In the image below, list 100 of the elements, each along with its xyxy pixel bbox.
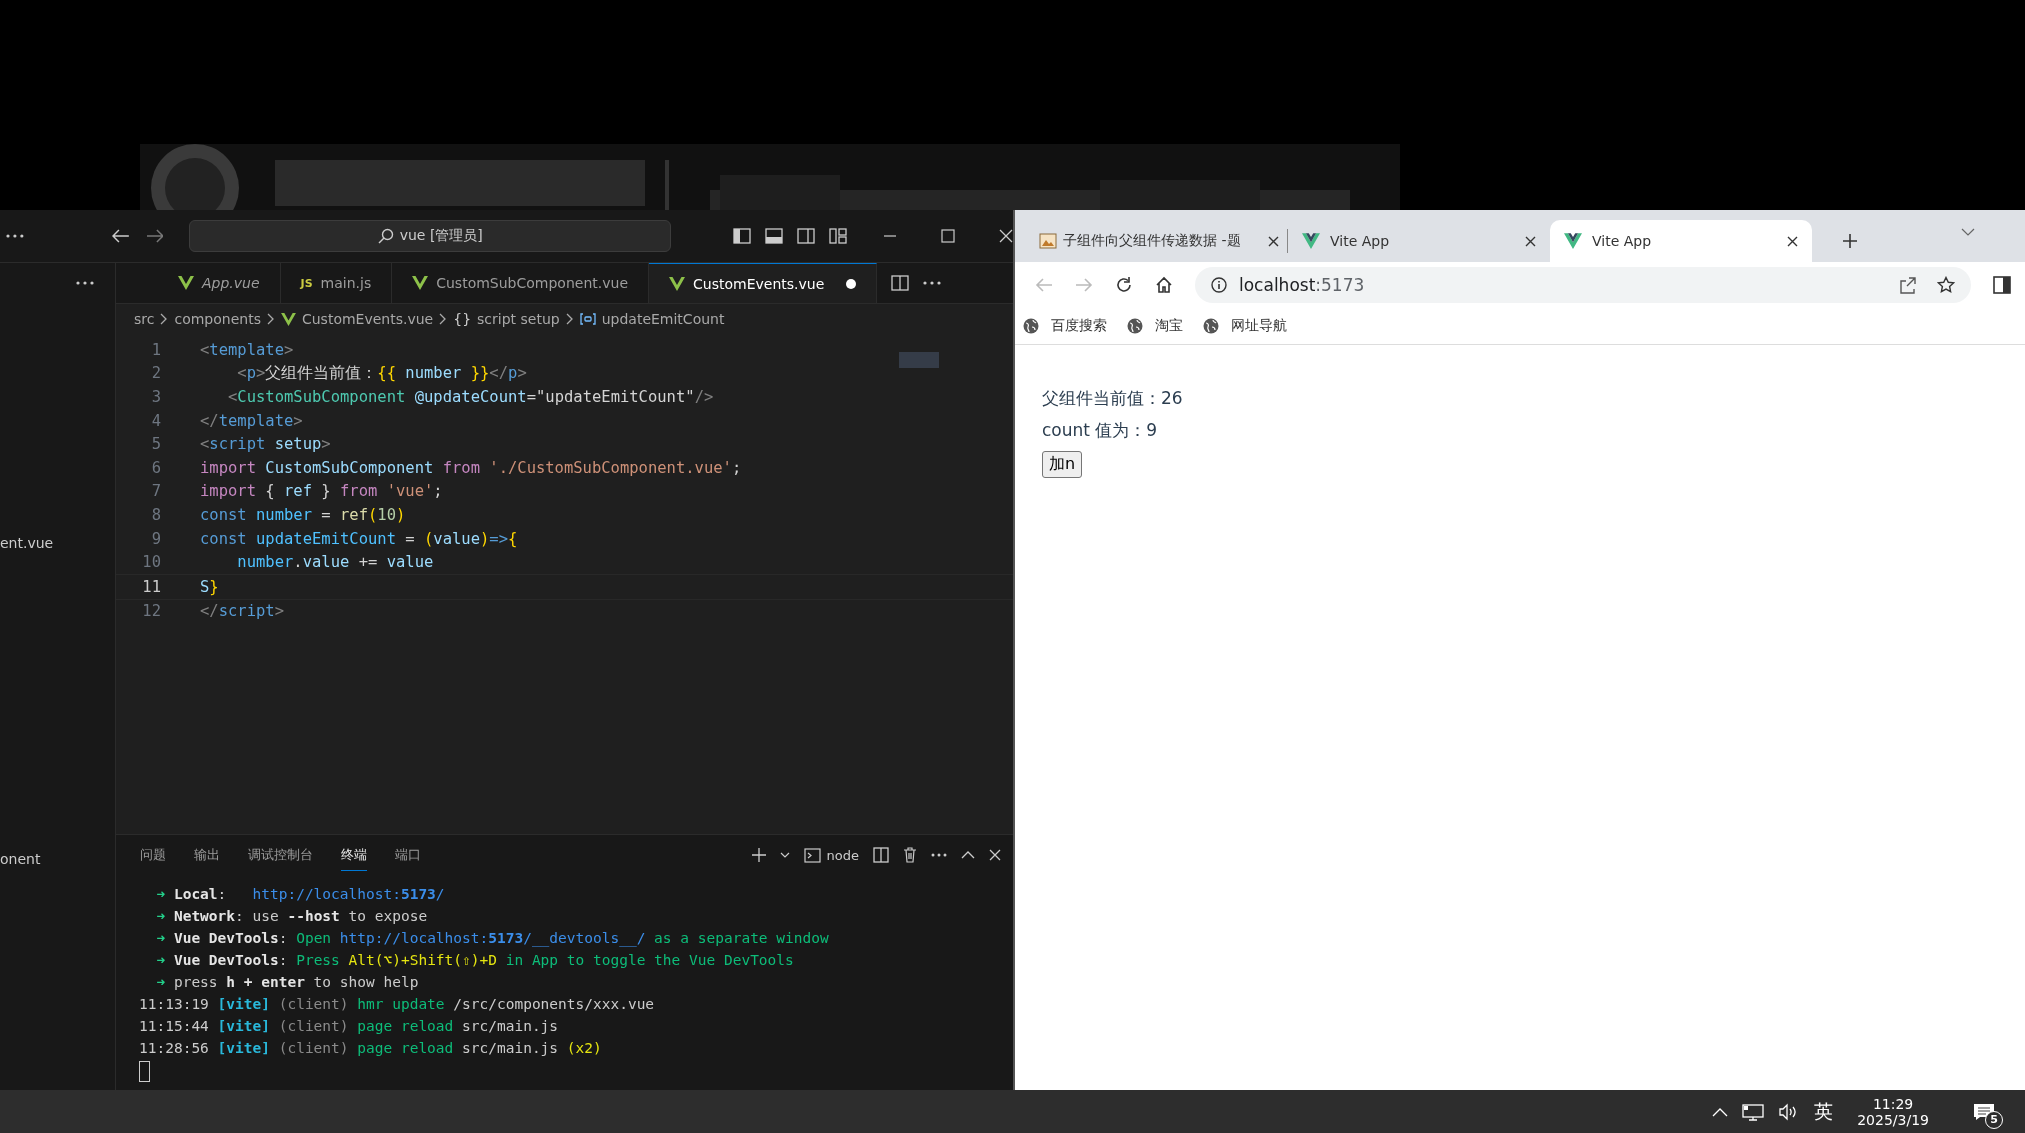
breadcrumb[interactable]: src — [134, 311, 155, 327]
bookmark[interactable]: 网址导航 — [1203, 317, 1287, 335]
code-line: number.value += value — [236, 553, 434, 572]
tab-label: main.js — [320, 275, 372, 291]
v-logo-icon — [178, 276, 194, 290]
tab-label: App.vue — [202, 275, 260, 291]
breadcrumb[interactable]: CustomEvents.vue — [301, 311, 434, 327]
chevron-up-icon[interactable] — [961, 851, 975, 859]
more-icon[interactable] — [923, 281, 942, 285]
editor-tab[interactable]: App.vue — [158, 263, 281, 303]
close-icon[interactable] — [1268, 235, 1279, 247]
v-logo-icon — [280, 312, 296, 326]
browser-tab[interactable]: Vite App — [1550, 220, 1812, 262]
line-number: 3 — [150, 388, 161, 406]
line-number: 8 — [150, 505, 161, 524]
code-line: <template> — [200, 340, 294, 359]
chevron-right-icon — [439, 313, 448, 325]
panel-tab[interactable]: 调试控制台 — [248, 839, 313, 871]
split-terminal-icon[interactable] — [873, 847, 889, 863]
forward-arrow-icon[interactable] — [145, 229, 164, 243]
command-center[interactable]: vue [管理员] — [189, 220, 671, 252]
page-text: count 值为：9 — [1042, 419, 1159, 442]
close-icon[interactable] — [1525, 235, 1536, 247]
chevron-right-icon — [565, 313, 574, 325]
clock[interactable]: 11:29 2025/3/19 — [1857, 1095, 1929, 1128]
plus-icon[interactable] — [1842, 233, 1858, 249]
tab-label: CustomSubComponent.vue — [436, 275, 628, 291]
chevron-right-icon — [266, 313, 275, 325]
split-editor-icon[interactable] — [891, 275, 910, 291]
input-method-indicator[interactable]: 英 — [1814, 1098, 1834, 1125]
maximize-icon[interactable] — [941, 229, 955, 243]
bookmark[interactable]: 百度搜索 — [1023, 317, 1107, 335]
minimap — [899, 352, 939, 368]
terminal-line: ➜ Local: http://localhost:5173/ — [155, 885, 446, 904]
browser-tab[interactable]: Vite App — [1288, 220, 1550, 262]
page-text: 父组件当前值：26 — [1042, 387, 1184, 410]
line-number: 12 — [141, 602, 161, 621]
image-icon — [1039, 233, 1057, 249]
more-icon[interactable] — [76, 281, 94, 285]
more-icon[interactable] — [931, 853, 947, 857]
editor-tab[interactable]: CustomEvents.vue — [649, 263, 878, 303]
line-number: 6 — [150, 458, 161, 477]
line-number: 7 — [150, 482, 161, 501]
v-logo-icon — [669, 276, 685, 291]
split-layout-icon[interactable] — [797, 228, 815, 244]
panel-tab[interactable]: 输出 — [194, 839, 220, 871]
close-icon[interactable] — [1787, 235, 1798, 247]
add-button[interactable]: 加n — [1042, 451, 1083, 478]
breadcrumb[interactable]: script setup — [477, 311, 560, 327]
side-panel-icon[interactable] — [1993, 276, 2011, 294]
code-line: </script> — [200, 602, 284, 621]
panel-tab[interactable]: 端口 — [395, 839, 421, 871]
terminal-line: 11:15:44 [vite] (client) page reload src/main.js — [139, 1017, 560, 1036]
tab-label: CustomEvents.vue — [693, 275, 825, 292]
v-logo-icon — [1564, 233, 1582, 249]
more-icon[interactable] — [6, 234, 24, 238]
panel-tab[interactable]: 问题 — [140, 839, 166, 871]
line-number: 2 — [150, 364, 161, 383]
code-line: <p>父组件当前值：{{ number }}</p> — [236, 362, 527, 384]
browser-tab[interactable]: 子组件向父组件传递数据 -题 — [1025, 220, 1287, 262]
network-icon[interactable] — [1742, 1102, 1765, 1121]
terminal-line: ➜ Vue DevTools: Press Alt(⌥)+Shift(⇧)+D in App to toggle the Vue DevTools — [155, 951, 795, 970]
back-arrow-icon[interactable] — [111, 229, 130, 243]
info-icon[interactable] — [1211, 277, 1227, 293]
grid-layout-icon[interactable] — [829, 228, 847, 244]
sidebar-layout-icon[interactable] — [733, 228, 751, 244]
terminal-line: ➜ press h + enter to show help — [155, 973, 420, 992]
breadcrumb[interactable]: updateEmitCount — [601, 311, 725, 327]
share-icon[interactable] — [1899, 276, 1917, 294]
code-line: S} — [200, 577, 219, 596]
code-line: const updateEmitCount = (value)=>{ — [200, 529, 518, 548]
globe-icon — [1023, 318, 1039, 334]
panel-tab[interactable]: 终端 — [341, 839, 367, 871]
file-item[interactable]: onent — [0, 851, 41, 867]
search-icon — [377, 228, 394, 244]
globe-icon — [1127, 318, 1143, 334]
star-icon[interactable] — [1937, 276, 1955, 294]
panel-layout-icon[interactable] — [765, 228, 783, 244]
code-line: import CustomSubComponent from './CustomSubComponent.vue'; — [200, 458, 742, 477]
address-bar[interactable]: localhost:5173 — [1195, 267, 1971, 303]
line-number: 9 — [150, 529, 161, 548]
home-icon[interactable] — [1155, 276, 1173, 294]
terminal-shell[interactable]: node — [826, 847, 859, 863]
editor-tab[interactable]: JS main.js — [280, 263, 393, 303]
reload-icon[interactable] — [1115, 276, 1133, 294]
trash-icon[interactable] — [903, 847, 917, 863]
breadcrumb[interactable]: components — [174, 311, 261, 327]
js-icon: JS — [300, 276, 313, 290]
line-number: 10 — [141, 553, 161, 572]
code-line: const number = ref(10) — [200, 505, 406, 524]
line-number: 11 — [141, 577, 161, 596]
braces-icon: {} — [453, 311, 472, 327]
line-number: 1 — [150, 340, 161, 359]
code-line: </template> — [200, 411, 303, 430]
code-line: import { ref } from 'vue'; — [200, 482, 443, 501]
bookmark[interactable]: 淘宝 — [1127, 317, 1183, 335]
code-line: <CustomSubComponent @updateCount="updateEmitCount"/> — [227, 388, 714, 406]
terminal-line: 11:13:19 [vite] (client) hmr update /src/components/xxx.vue — [139, 995, 656, 1014]
file-item[interactable]: ent.vue — [0, 535, 54, 551]
terminal-line: ➜ Vue DevTools: Open http://localhost:5173/__devtools__/ as a separate window — [155, 929, 830, 949]
